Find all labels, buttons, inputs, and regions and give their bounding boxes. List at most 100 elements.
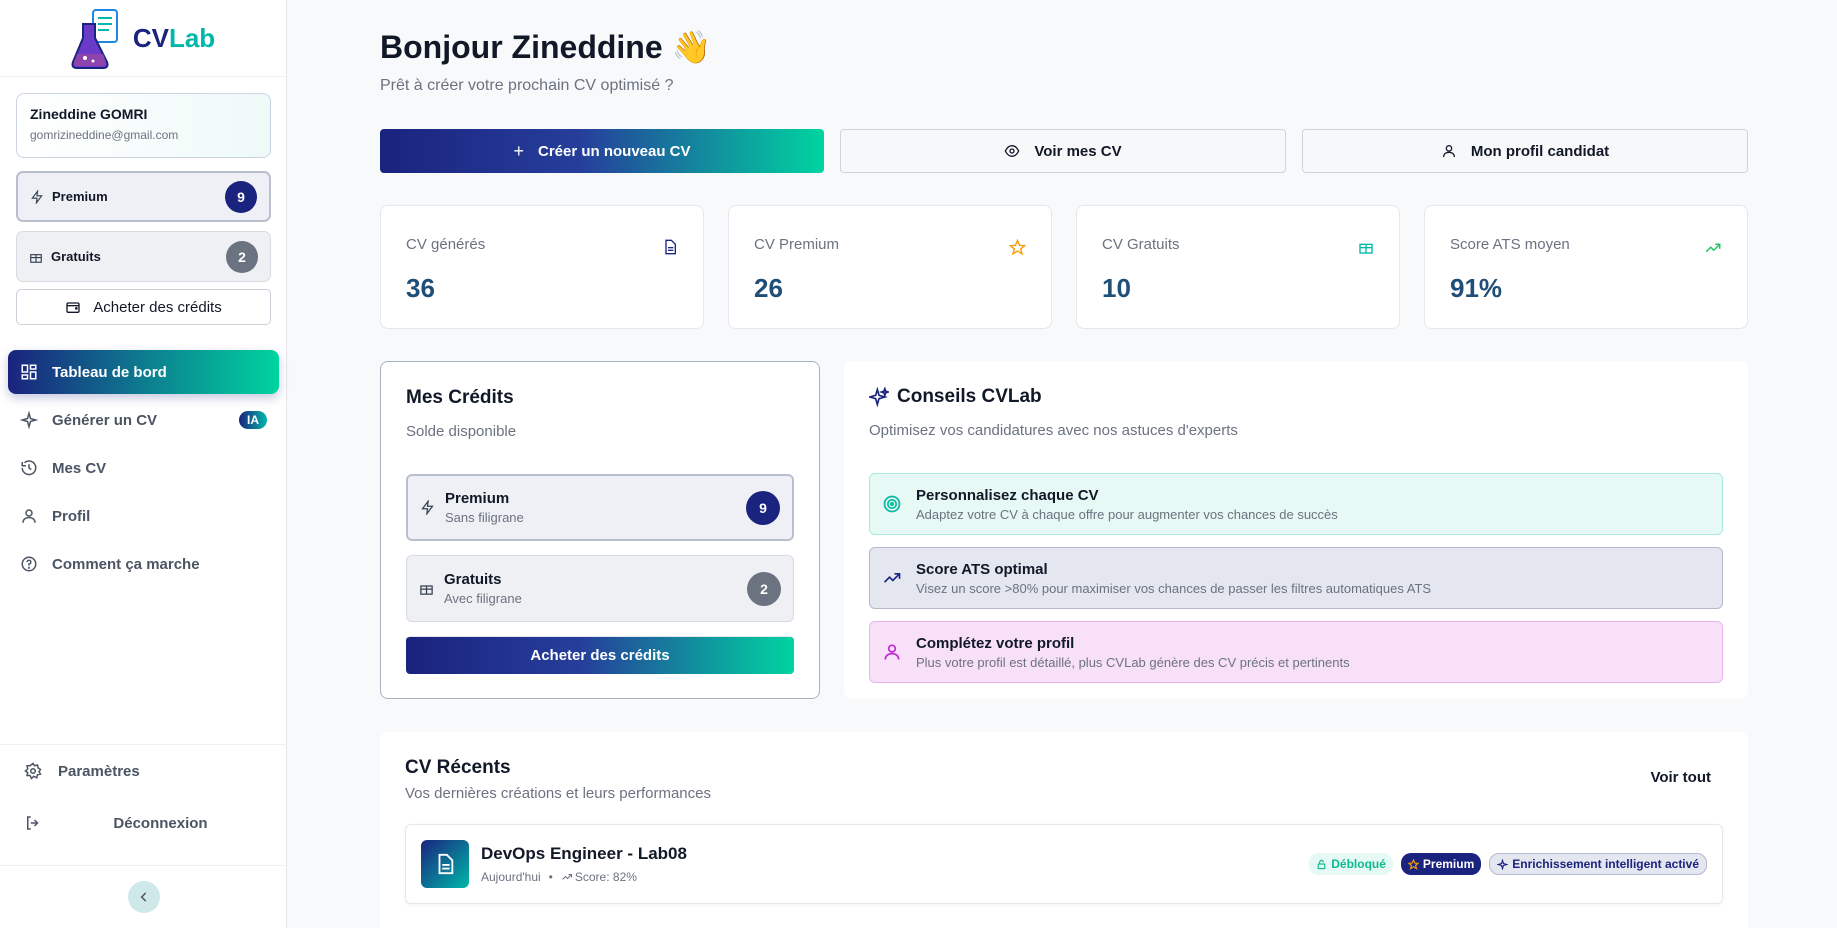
- stat-card-generated: CV générés 36: [380, 205, 704, 329]
- unlock-icon: [1317, 859, 1326, 869]
- create-cv-button[interactable]: + Créer un nouveau CV: [380, 129, 824, 173]
- credits-card-subtitle: Solde disponible: [406, 423, 517, 440]
- stat-card-premium: CV Premium 26: [728, 205, 1052, 329]
- nav-item-dashboard[interactable]: Tableau de bord: [8, 350, 279, 394]
- stat-label: CV Premium: [754, 236, 840, 253]
- buy-credits-sidebar-button[interactable]: Acheter des crédits: [16, 289, 271, 325]
- credits-card-title: Mes Crédits: [406, 387, 514, 408]
- stat-card-free: CV Gratuits 10: [1076, 205, 1400, 329]
- stat-value: 10: [1102, 273, 1131, 303]
- stat-value: 36: [406, 273, 435, 303]
- tip-item: Personnalisez chaque CV Adaptez votre CV…: [869, 473, 1723, 535]
- settings-link[interactable]: Paramètres: [0, 745, 287, 797]
- premium-count-badge: 9: [225, 180, 257, 213]
- dashboard-icon: [21, 364, 37, 380]
- trending-up-icon: [1705, 243, 1721, 253]
- credits-card: Mes Crédits Solde disponible Premium San…: [380, 361, 820, 699]
- plus-icon: +: [513, 140, 524, 161]
- collapse-sidebar-button[interactable]: [127, 881, 160, 913]
- nav-label-profile: Profil: [52, 507, 91, 525]
- tips-list: Personnalisez chaque CV Adaptez votre CV…: [869, 473, 1723, 683]
- nav-label-dashboard: Tableau de bord: [52, 363, 167, 381]
- stats-row: CV générés 36 CV Premium 26 CV Gratuits …: [380, 205, 1748, 329]
- star-icon: [1009, 239, 1026, 256]
- user-icon: [1442, 145, 1455, 158]
- premium-title: Premium: [445, 490, 510, 507]
- sparkles-icon: [20, 411, 38, 429]
- lightning-icon: [31, 189, 43, 204]
- trending-up-icon: [562, 874, 572, 880]
- nav-label-generate: Générer un CV: [52, 411, 158, 429]
- recent-cv-section: CV Récents Vos dernières créations et le…: [380, 732, 1748, 928]
- user-icon: [884, 644, 900, 660]
- free-count-badge: 2: [747, 571, 781, 606]
- recent-cv-item[interactable]: DevOps Engineer - Lab08 Aujourd'hui • Sc…: [405, 824, 1723, 904]
- cv-title: DevOps Engineer - Lab08: [481, 844, 687, 863]
- premium-badge: Premium: [1400, 853, 1482, 875]
- recent-subtitle: Vos dernières créations et leurs perform…: [405, 785, 711, 802]
- nav-item-generate[interactable]: Générer un CV IA: [8, 398, 279, 442]
- premium-credits-item[interactable]: Premium Sans filigrane 9: [406, 474, 794, 541]
- tip-item: Score ATS optimal Visez un score >80% po…: [869, 547, 1723, 609]
- user-email: gomrizineddine@gmail.com: [30, 128, 179, 142]
- cv-date: Aujourd'hui: [481, 870, 541, 884]
- sidebar-nav: Tableau de bord Générer un CV IA Mes CV …: [8, 350, 279, 590]
- recent-title: CV Récents: [405, 757, 511, 778]
- gift-icon: [30, 253, 42, 263]
- candidate-profile-button[interactable]: Mon profil candidat: [1302, 129, 1748, 173]
- sidebar-free-credits[interactable]: Gratuits 2: [16, 231, 271, 282]
- free-subtitle: Avec filigrane: [444, 591, 522, 606]
- sidebar-footer: Paramètres Déconnexion: [0, 744, 287, 849]
- tip-text: Adaptez votre CV à chaque offre pour aug…: [916, 506, 1338, 522]
- stat-value: 91%: [1450, 273, 1503, 303]
- tips-title: Conseils CVLab: [897, 386, 1042, 407]
- nav-item-my-cv[interactable]: Mes CV: [8, 446, 279, 490]
- logo-text: CVLab: [132, 22, 216, 53]
- sparkles-icon: [1497, 858, 1509, 870]
- create-cv-label: Créer un nouveau CV: [537, 142, 691, 160]
- view-cv-button[interactable]: Voir mes CV: [840, 129, 1286, 173]
- unlocked-badge: Débloqué: [1309, 853, 1393, 875]
- tip-item: Complétez votre profil Plus votre profil…: [869, 621, 1723, 683]
- page-subtitle: Prêt à créer votre prochain CV optimisé …: [380, 77, 674, 94]
- nav-label-my-cv: Mes CV: [52, 459, 107, 477]
- logo[interactable]: CVLab: [0, 0, 286, 77]
- stat-value: 26: [754, 273, 783, 303]
- tip-text: Visez un score >80% pour maximiser vos c…: [916, 580, 1432, 596]
- gift-icon: [420, 585, 433, 595]
- eye-icon: [1004, 144, 1020, 158]
- enrichment-badge: Enrichissement intelligent activé: [1489, 853, 1707, 875]
- buy-credits-button[interactable]: Acheter des crédits: [406, 636, 794, 674]
- stat-label: CV générés: [406, 236, 486, 253]
- tip-title: Personnalisez chaque CV: [916, 486, 1099, 504]
- cv-badges: Débloqué Premium Enrichissement intellig…: [1309, 853, 1707, 875]
- nav-item-how-it-works[interactable]: Comment ça marche: [8, 542, 279, 586]
- wallet-icon: [66, 302, 80, 313]
- stat-card-ats: Score ATS moyen 91%: [1424, 205, 1748, 329]
- separator-dot: •: [548, 870, 553, 884]
- cv-file-icon: [421, 840, 469, 888]
- cv-meta: Aujourd'hui • Score: 82%: [481, 870, 1297, 884]
- see-all-link[interactable]: Voir tout: [1650, 769, 1711, 802]
- sparkles-icon: [869, 387, 889, 407]
- cv-score: Score: 82%: [574, 870, 637, 884]
- sidebar: CVLab Zineddine GOMRI gomrizineddine@gma…: [0, 0, 287, 928]
- user-card[interactable]: Zineddine GOMRI gomrizineddine@gmail.com: [16, 93, 271, 158]
- nav-label-how-it-works: Comment ça marche: [52, 555, 200, 573]
- nav-item-profile[interactable]: Profil: [8, 494, 279, 538]
- free-label: Gratuits: [51, 249, 101, 264]
- free-credits-item[interactable]: Gratuits Avec filigrane 2: [406, 555, 794, 622]
- recent-header: CV Récents Vos dernières créations et le…: [405, 757, 1723, 802]
- chevron-left-icon: [140, 892, 146, 902]
- free-title: Gratuits: [444, 571, 502, 588]
- gift-icon: [1359, 243, 1373, 254]
- history-icon: [21, 460, 37, 476]
- ai-badge: IA: [239, 411, 267, 429]
- free-count-badge: 2: [226, 240, 258, 273]
- sidebar-premium-credits[interactable]: Premium 9: [16, 171, 271, 222]
- page-title: Bonjour Zineddine 👋: [380, 29, 712, 65]
- logout-link[interactable]: Déconnexion: [0, 797, 287, 849]
- trending-up-icon: [883, 573, 901, 583]
- tips-header: Conseils CVLab: [869, 386, 1723, 408]
- tips-card: Conseils CVLab Optimisez vos candidature…: [844, 361, 1748, 699]
